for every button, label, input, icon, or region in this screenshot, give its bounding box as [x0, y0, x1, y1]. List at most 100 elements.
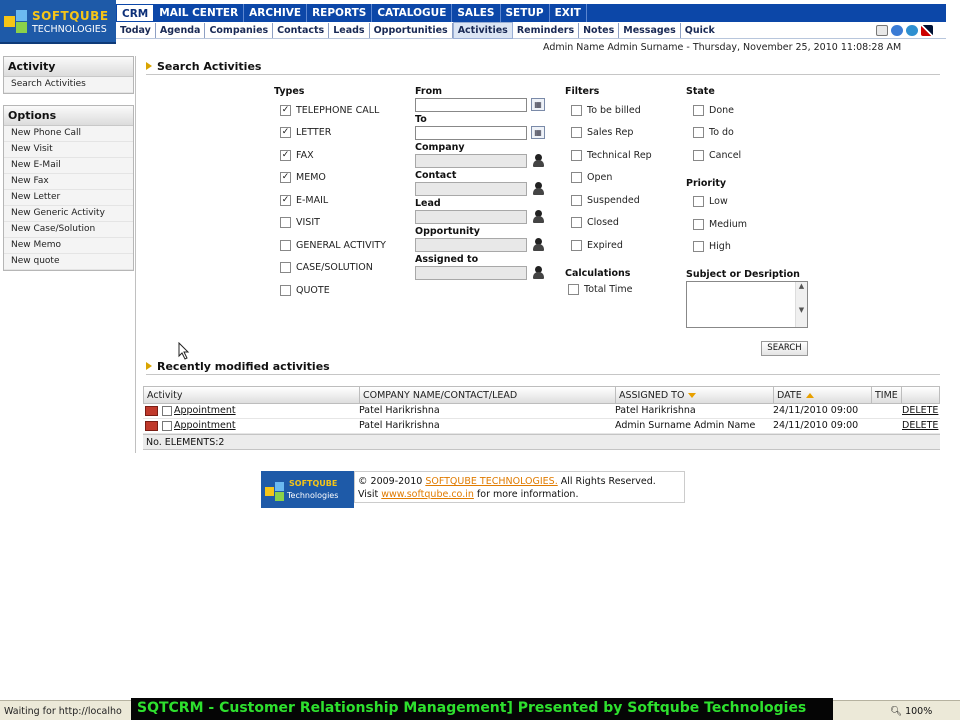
textarea-scrollbar[interactable]: ▲ ▼ — [795, 282, 807, 327]
checkbox[interactable] — [568, 284, 579, 295]
person-lookup-icon[interactable] — [532, 238, 544, 251]
col-assigned-to[interactable]: ASSIGNED TO — [616, 387, 774, 404]
checkbox[interactable] — [571, 105, 582, 116]
calendar-icon[interactable]: ▦ — [531, 126, 545, 139]
checkbox[interactable] — [280, 240, 291, 251]
checkbox[interactable] — [280, 285, 291, 296]
type-telephone-call[interactable]: ✓ TELEPHONE CALL — [280, 105, 379, 116]
type-visit[interactable]: VISIT — [280, 217, 320, 228]
checkbox[interactable] — [571, 240, 582, 251]
to-date-input[interactable] — [415, 126, 527, 140]
person-lookup-icon[interactable] — [532, 182, 544, 195]
sub-menu-notes[interactable]: Notes — [579, 22, 620, 38]
filter-expired[interactable]: Expired — [571, 240, 623, 251]
main-menu-crm[interactable]: CRM — [116, 4, 155, 22]
priority-medium[interactable]: Medium — [693, 219, 747, 230]
mail-icon[interactable] — [876, 25, 888, 36]
sub-menu-leads[interactable]: Leads — [329, 22, 370, 38]
main-menu-reports[interactable]: REPORTS — [307, 4, 373, 22]
company-link[interactable]: SOFTQUBE TECHNOLOGIES. — [425, 476, 557, 487]
sidebar-item-new-letter[interactable]: New Letter — [4, 190, 133, 206]
checkbox[interactable] — [693, 105, 704, 116]
col-activity[interactable]: Activity — [144, 387, 360, 404]
main-menu-archive[interactable]: ARCHIVE — [244, 4, 308, 22]
sidebar-item-new-case-solution[interactable]: New Case/Solution — [4, 222, 133, 238]
calc-total-time[interactable]: Total Time — [568, 284, 632, 295]
website-link[interactable]: www.softqube.co.in — [381, 489, 474, 500]
type-quote[interactable]: QUOTE — [280, 285, 330, 296]
filter-to-be-billed[interactable]: To be billed — [571, 105, 641, 116]
sidebar-item-search-activities[interactable]: Search Activities — [4, 77, 133, 93]
sub-menu-contacts[interactable]: Contacts — [273, 22, 330, 38]
main-menu-mail-center[interactable]: MAIL CENTER — [154, 4, 245, 22]
sub-menu-activities[interactable]: Activities — [452, 21, 513, 39]
sub-menu-messages[interactable]: Messages — [619, 22, 681, 38]
sub-menu-reminders[interactable]: Reminders — [513, 22, 580, 38]
checkbox[interactable] — [571, 127, 582, 138]
globe-icon[interactable] — [906, 25, 918, 36]
sub-menu-today[interactable]: Today — [116, 22, 156, 38]
col-date[interactable]: DATE — [774, 387, 872, 404]
priority-high[interactable]: High — [693, 241, 731, 252]
checkbox[interactable] — [571, 172, 582, 183]
filter-open[interactable]: Open — [571, 172, 612, 183]
state-cancel[interactable]: Cancel — [693, 150, 741, 161]
checkbox-checked-icon[interactable]: ✓ — [280, 172, 291, 183]
main-menu-setup[interactable]: SETUP — [501, 4, 550, 22]
sub-menu-companies[interactable]: Companies — [205, 22, 274, 38]
state-done[interactable]: Done — [693, 105, 734, 116]
checkbox[interactable] — [280, 217, 291, 228]
activity-link[interactable]: Appointment — [174, 420, 236, 431]
sub-menu-quick[interactable]: Quick — [681, 23, 719, 38]
sort-up-icon[interactable] — [805, 393, 814, 398]
lead-field[interactable] — [415, 210, 527, 224]
person-lookup-icon[interactable] — [532, 210, 544, 223]
sidebar-item-new-generic-activity[interactable]: New Generic Activity — [4, 206, 133, 222]
contact-field[interactable] — [415, 182, 527, 196]
sidebar-item-new-quote[interactable]: New quote — [4, 254, 133, 270]
checkbox-checked-icon[interactable]: ✓ — [280, 195, 291, 206]
help-icon[interactable] — [891, 25, 903, 36]
sidebar-item-new-visit[interactable]: New Visit — [4, 142, 133, 158]
sort-down-icon[interactable] — [688, 393, 697, 398]
type-letter[interactable]: ✓ LETTER — [280, 127, 331, 138]
row-checkbox[interactable] — [162, 421, 172, 431]
checkbox-checked-icon[interactable]: ✓ — [280, 150, 291, 161]
softqube-logo[interactable]: SOFTQUBE TECHNOLOGIES — [0, 0, 116, 44]
person-lookup-icon[interactable] — [532, 266, 544, 279]
type-case-solution[interactable]: CASE/SOLUTION — [280, 262, 373, 273]
filter-technical-rep[interactable]: Technical Rep — [571, 150, 652, 161]
company-field[interactable] — [415, 154, 527, 168]
sidebar-item-new-fax[interactable]: New Fax — [4, 174, 133, 190]
col-time[interactable]: TIME — [872, 387, 902, 404]
checkbox[interactable] — [571, 195, 582, 206]
sub-menu-opportunities[interactable]: Opportunities — [370, 22, 453, 38]
filter-closed[interactable]: Closed — [571, 217, 619, 228]
delete-link[interactable]: DELETE — [902, 420, 940, 431]
from-date-input[interactable] — [415, 98, 527, 112]
sidebar-item-new-phone-call[interactable]: New Phone Call — [4, 126, 133, 142]
main-menu-exit[interactable]: EXIT — [550, 4, 587, 22]
col-company[interactable]: COMPANY NAME/CONTACT/LEAD — [360, 387, 616, 404]
checkbox[interactable] — [280, 262, 291, 273]
main-menu-catalogue[interactable]: CATALOGUE — [372, 4, 453, 22]
checkbox[interactable] — [693, 219, 704, 230]
type-fax[interactable]: ✓ FAX — [280, 150, 314, 161]
checkbox[interactable] — [693, 196, 704, 207]
row-checkbox[interactable] — [162, 406, 172, 416]
opportunity-field[interactable] — [415, 238, 527, 252]
checkbox-checked-icon[interactable]: ✓ — [280, 105, 291, 116]
priority-low[interactable]: Low — [693, 196, 728, 207]
person-lookup-icon[interactable] — [532, 154, 544, 167]
sidebar-item-new-memo[interactable]: New Memo — [4, 238, 133, 254]
subject-textarea[interactable]: ▲ ▼ — [686, 281, 808, 328]
delete-link[interactable]: DELETE — [902, 405, 940, 416]
filter-sales-rep[interactable]: Sales Rep — [571, 127, 633, 138]
checkbox[interactable] — [693, 150, 704, 161]
sub-menu-agenda[interactable]: Agenda — [156, 22, 206, 38]
checkbox[interactable] — [693, 127, 704, 138]
type-email[interactable]: ✓ E-MAIL — [280, 195, 328, 206]
calendar-icon[interactable]: ▦ — [531, 98, 545, 111]
checkbox[interactable] — [571, 150, 582, 161]
assigned-to-field[interactable] — [415, 266, 527, 280]
